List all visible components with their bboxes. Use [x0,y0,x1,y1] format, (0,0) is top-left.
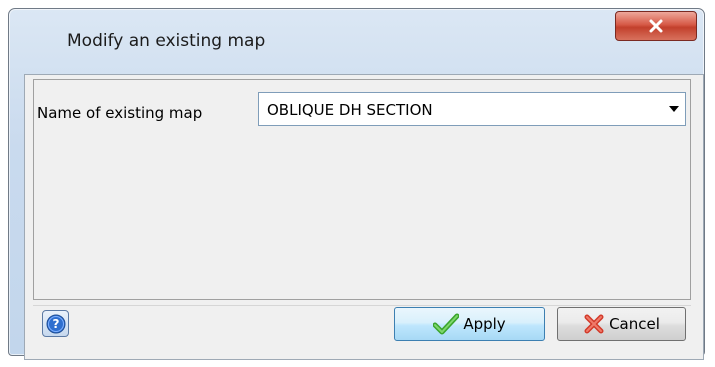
help-button[interactable]: ? [42,310,69,337]
svg-text:?: ? [52,317,59,331]
dialog-title: Modify an existing map [67,31,266,51]
footer-divider [33,305,691,306]
close-button[interactable] [615,11,697,41]
chevron-down-icon[interactable] [669,106,679,112]
checkmark-icon [433,313,460,335]
help-icon: ? [46,314,65,333]
form-panel: Name of existing map OBLIQUE DH SECTION [33,79,691,300]
map-name-dropdown[interactable]: OBLIQUE DH SECTION [258,92,686,126]
map-name-label: Name of existing map [37,104,203,122]
apply-label: Apply [463,315,506,333]
dialog-client-area: Name of existing map OBLIQUE DH SECTION … [24,74,704,360]
cancel-x-icon [584,314,604,334]
cancel-label: Cancel [609,315,660,333]
map-name-value: OBLIQUE DH SECTION [267,101,433,119]
apply-button[interactable]: Apply [394,307,545,341]
close-icon [649,19,663,33]
dialog-window: Modify an existing map Name of existing … [8,8,705,360]
cancel-button[interactable]: Cancel [557,307,686,341]
